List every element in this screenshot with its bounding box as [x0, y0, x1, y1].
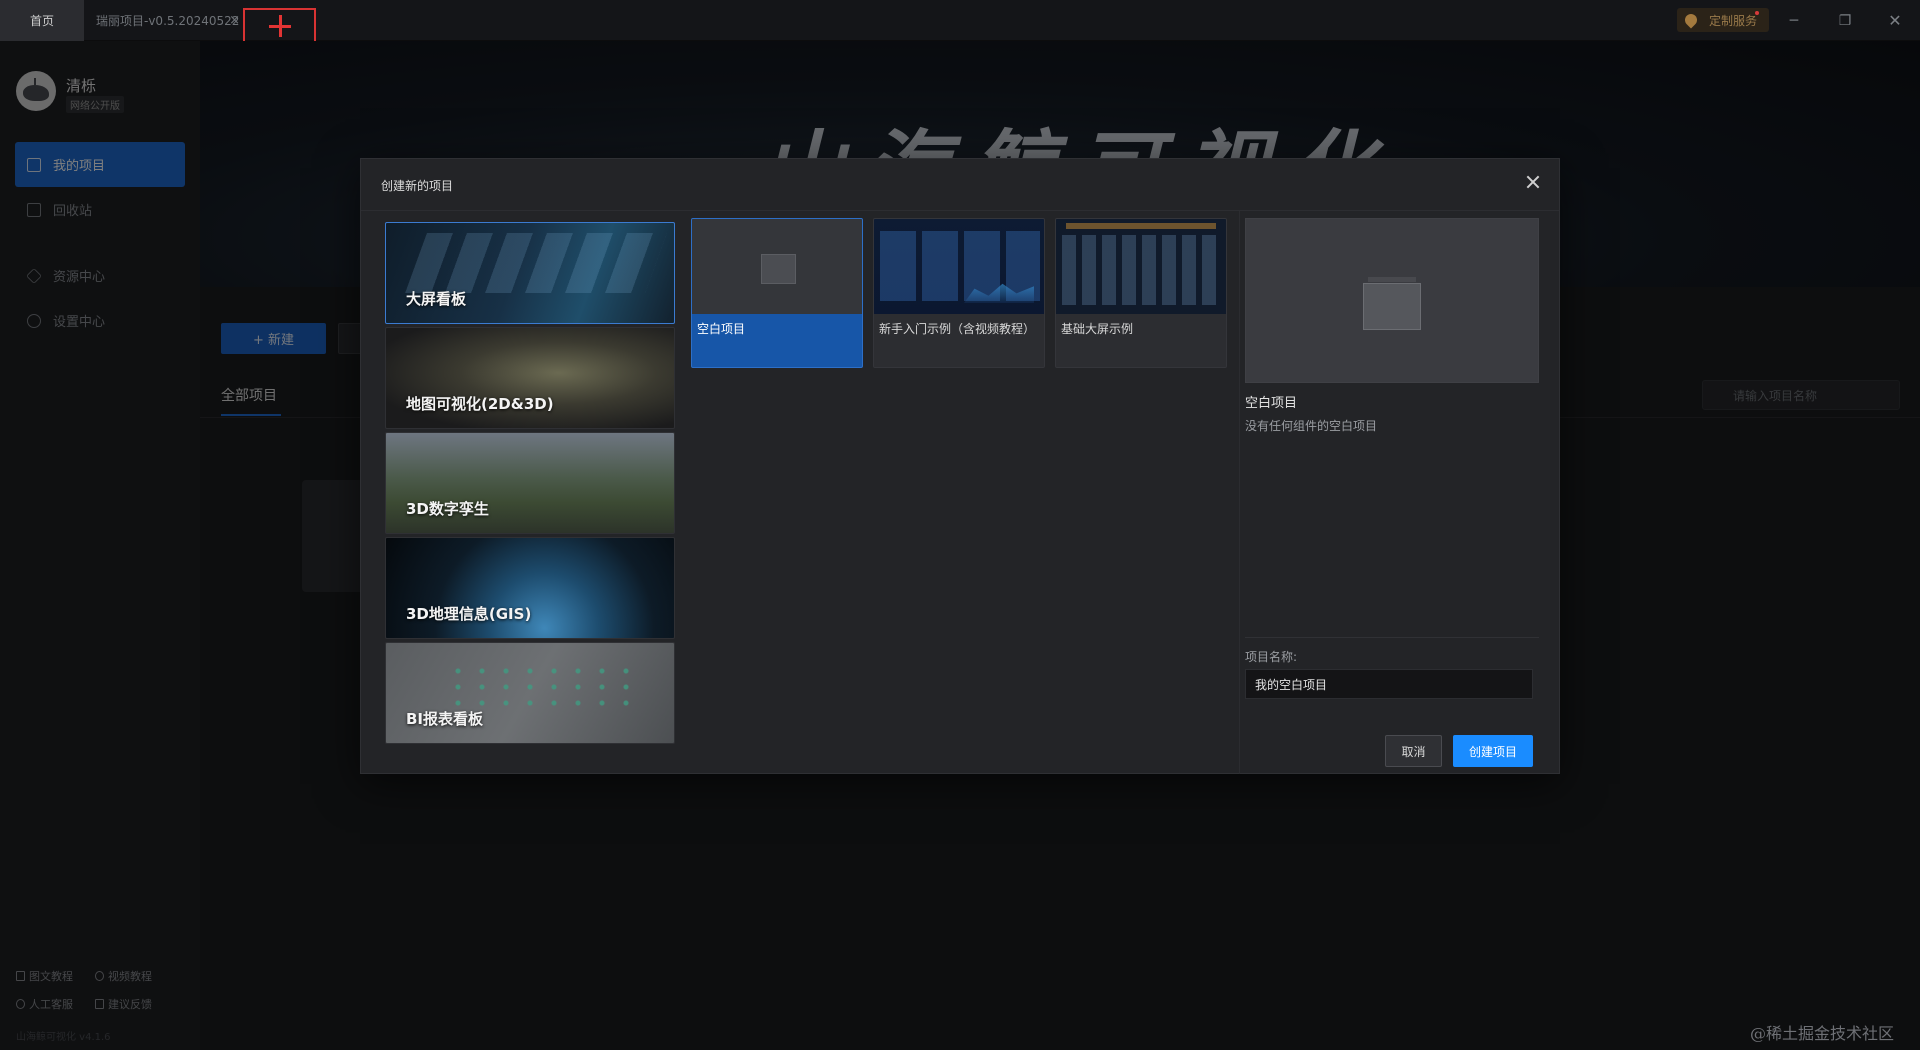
category-map[interactable]: 地图可视化(2D&3D): [385, 327, 675, 429]
category-label: 3D数字孪生: [406, 500, 489, 518]
category-label: 大屏看板: [406, 290, 467, 308]
tab-project-label: 瑞丽项目-v0.5.20240522: [96, 14, 240, 28]
template-thumbnail: [874, 219, 1044, 314]
template-basic-screen[interactable]: 基础大屏示例: [1055, 218, 1227, 368]
template-thumbnail: [1056, 219, 1226, 314]
category-list: 大屏看板 地图可视化(2D&3D) 3D数字孪生 3D地理信息(GIS) BI报…: [385, 222, 676, 747]
tab-home-label: 首页: [29, 14, 54, 28]
close-window-button[interactable]: ✕: [1872, 0, 1918, 41]
blank-page-icon: [1363, 277, 1421, 330]
heart-icon: [1682, 11, 1700, 29]
category-label: 地图可视化(2D&3D): [406, 395, 554, 413]
maximize-button[interactable]: ❐: [1822, 0, 1868, 41]
minimize-button[interactable]: ─: [1771, 0, 1817, 41]
category-gis[interactable]: 3D地理信息(GIS): [385, 537, 675, 639]
template-beginner[interactable]: 新手入门示例（含视频教程）: [873, 218, 1045, 368]
create-project-dialog: 创建新的项目 大屏看板 地图可视化(2D&3D) 3D数字孪生 3D地理信息(G…: [360, 158, 1560, 774]
project-name-input[interactable]: 我的空白项目: [1245, 669, 1533, 699]
template-name: 空白项目: [697, 322, 746, 336]
preview-title: 空白项目: [1245, 396, 1298, 411]
category-digital-twin[interactable]: 3D数字孪生: [385, 432, 675, 534]
tab-project[interactable]: 瑞丽项目-v0.5.20240522 ×: [84, 0, 244, 41]
dialog-header: 创建新的项目: [361, 159, 1559, 211]
template-blank[interactable]: 空白项目: [691, 218, 863, 368]
custom-service-label: 定制服务: [1709, 13, 1758, 28]
custom-service-button[interactable]: 定制服务: [1677, 8, 1769, 32]
project-name-label: 项目名称:: [1245, 650, 1298, 664]
notification-dot: [1755, 11, 1759, 15]
category-label: BI报表看板: [406, 710, 484, 728]
category-label: 3D地理信息(GIS): [406, 605, 532, 623]
category-thumbnail: [446, 663, 646, 713]
watermark: @稀土掘金技术社区: [1750, 1024, 1895, 1043]
close-icon[interactable]: [1521, 171, 1545, 195]
template-name: 基础大屏示例: [1061, 322, 1134, 336]
plus-icon: [268, 15, 291, 37]
divider: [1239, 211, 1240, 774]
tab-home[interactable]: 首页: [0, 0, 84, 41]
dialog-title: 创建新的项目: [381, 179, 454, 193]
create-project-button[interactable]: 创建项目: [1453, 735, 1533, 767]
category-big-screen[interactable]: 大屏看板: [385, 222, 675, 324]
tab-close-icon[interactable]: ×: [229, 13, 240, 28]
category-thumbnail: [405, 233, 667, 293]
template-thumbnail: [692, 219, 862, 314]
title-bar: 首页 瑞丽项目-v0.5.20240522 × 定制服务 ─ ❐ ✕: [0, 0, 1920, 44]
template-preview: [1245, 218, 1539, 383]
add-tab-button[interactable]: [243, 8, 316, 44]
cancel-button[interactable]: 取消: [1385, 735, 1442, 767]
blank-page-icon: [761, 254, 796, 284]
template-name: 新手入门示例（含视频教程）: [879, 322, 1036, 336]
divider: [1245, 637, 1539, 638]
preview-description: 没有任何组件的空白项目: [1245, 419, 1378, 433]
category-bi[interactable]: BI报表看板: [385, 642, 675, 744]
